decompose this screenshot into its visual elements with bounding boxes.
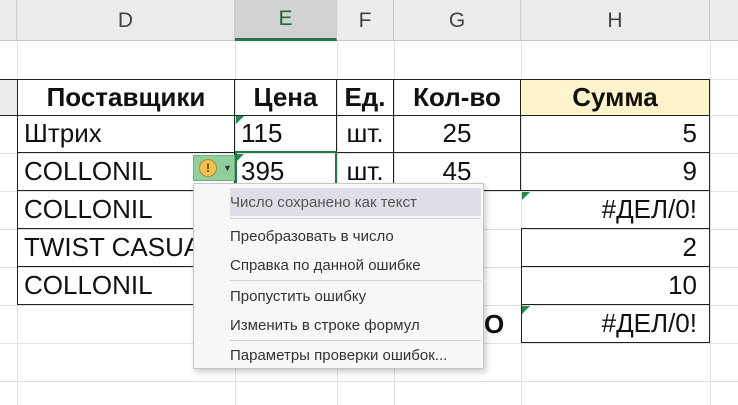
total-label-partial: О xyxy=(484,308,505,339)
column-header-e[interactable]: E xyxy=(235,0,337,41)
column-header-d[interactable]: D xyxy=(17,0,235,41)
cell-supplier[interactable]: Штрих xyxy=(17,115,235,153)
menu-item-ignore-error[interactable]: Пропустить ошибку xyxy=(230,282,481,310)
menu-separator xyxy=(230,218,481,219)
cell-sum[interactable]: 9 xyxy=(521,153,710,191)
cell-total-sum[interactable]: #ДЕЛ/0! xyxy=(521,305,710,343)
menu-separator xyxy=(230,280,481,281)
column-header-partial[interactable] xyxy=(0,0,17,41)
menu-item-edit-formula-bar[interactable]: Изменить в строке формул xyxy=(230,311,481,339)
header-unit[interactable]: Ед. xyxy=(337,79,394,116)
menu-item-convert-to-number[interactable]: Преобразовать в число xyxy=(230,222,481,250)
cell-sum[interactable]: 2 xyxy=(521,229,710,267)
column-header-g[interactable]: G xyxy=(394,0,521,41)
row-header-partial[interactable] xyxy=(0,79,17,116)
cell-price[interactable]: 115 xyxy=(235,115,337,153)
header-sum[interactable]: Сумма xyxy=(521,79,710,116)
cell-unit[interactable]: шт. xyxy=(337,115,394,153)
gridline xyxy=(710,41,711,405)
error-options-menu: Число сохранено как текст Преобразовать … xyxy=(193,183,484,369)
cell-quantity[interactable]: 25 xyxy=(394,115,521,153)
menu-gutter xyxy=(194,184,228,368)
cell-sum[interactable]: 10 xyxy=(521,267,710,305)
warning-exclamation-icon: ! xyxy=(199,159,217,177)
header-price[interactable]: Цена xyxy=(235,79,337,116)
gridline xyxy=(0,381,738,382)
menu-title: Число сохранено как текст xyxy=(230,188,481,216)
menu-item-error-help[interactable]: Справка по данной ошибке xyxy=(230,251,481,279)
error-checking-button[interactable]: ! ▼ xyxy=(193,155,235,181)
header-quantity[interactable]: Кол-во xyxy=(394,79,521,116)
cell-sum[interactable]: 5 xyxy=(521,115,710,153)
cell-sum[interactable]: #ДЕЛ/0! xyxy=(521,191,710,229)
error-indicator xyxy=(522,306,530,314)
error-indicator xyxy=(522,192,530,200)
dropdown-arrow-icon: ▼ xyxy=(223,163,232,173)
column-header-f[interactable]: F xyxy=(337,0,394,41)
menu-item-error-check-options[interactable]: Параметры проверки ошибок... xyxy=(230,341,481,369)
column-header-h[interactable]: H xyxy=(521,0,710,41)
text-number-indicator xyxy=(236,116,244,124)
header-suppliers[interactable]: Поставщики xyxy=(17,79,235,116)
